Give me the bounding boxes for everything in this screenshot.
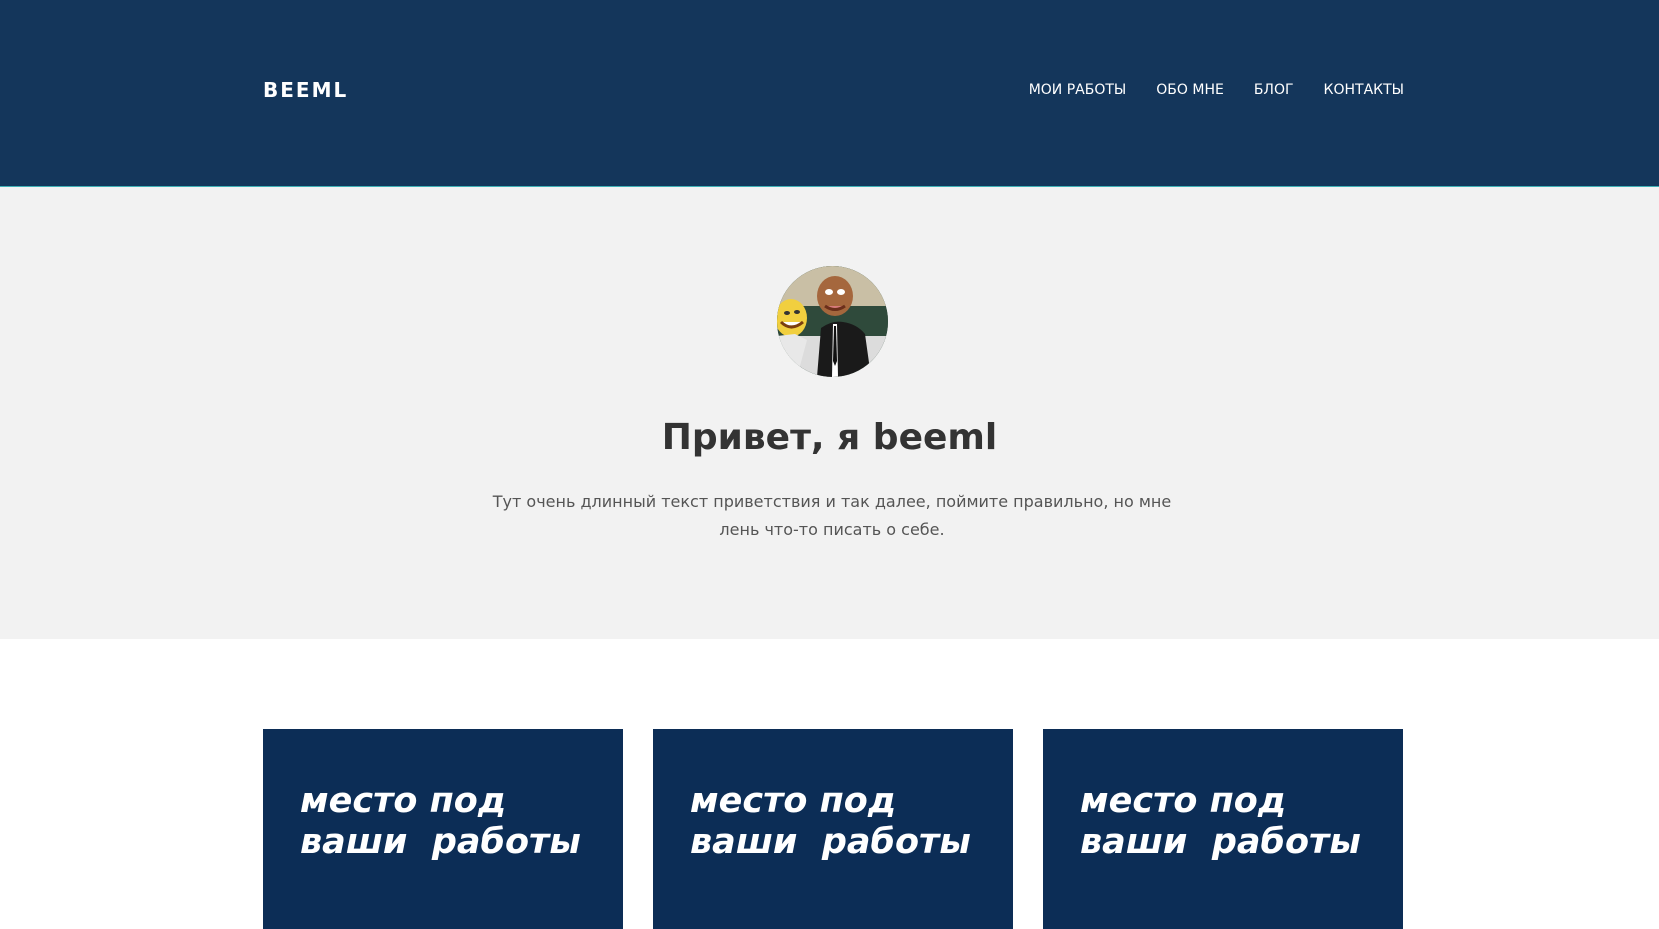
main-nav: МОИ РАБОТЫ ОБО МНЕ БЛОГ КОНТАКТЫ	[1029, 82, 1404, 98]
nav-item-blog[interactable]: БЛОГ	[1254, 82, 1294, 98]
site-logo[interactable]: BEEML	[263, 78, 348, 102]
work-card-label: место под ваши работы	[1080, 781, 1361, 862]
avatar	[777, 266, 888, 377]
hero-description: Тут очень длинный текст приветствия и та…	[492, 492, 1172, 539]
work-card[interactable]: место под ваши работы	[1043, 729, 1403, 929]
hero-section: Привет, я beeml Тут очень длинный текст …	[0, 187, 1659, 639]
site-header: BEEML МОИ РАБОТЫ ОБО МНЕ БЛОГ КОНТАКТЫ	[0, 0, 1659, 187]
nav-item-my-works[interactable]: МОИ РАБОТЫ	[1029, 82, 1127, 98]
hero-title: Привет, я beeml	[661, 417, 998, 458]
avatar-photo	[777, 266, 888, 377]
work-card-label: место под ваши работы	[300, 781, 581, 862]
work-card[interactable]: место под ваши работы	[653, 729, 1013, 929]
nav-item-about[interactable]: ОБО МНЕ	[1156, 82, 1224, 98]
nav-item-contacts[interactable]: КОНТАКТЫ	[1324, 82, 1404, 98]
work-card-label: место под ваши работы	[690, 781, 971, 862]
work-card[interactable]: место под ваши работы	[263, 729, 623, 929]
works-grid: место под ваши работы место под ваши раб…	[263, 729, 1403, 929]
